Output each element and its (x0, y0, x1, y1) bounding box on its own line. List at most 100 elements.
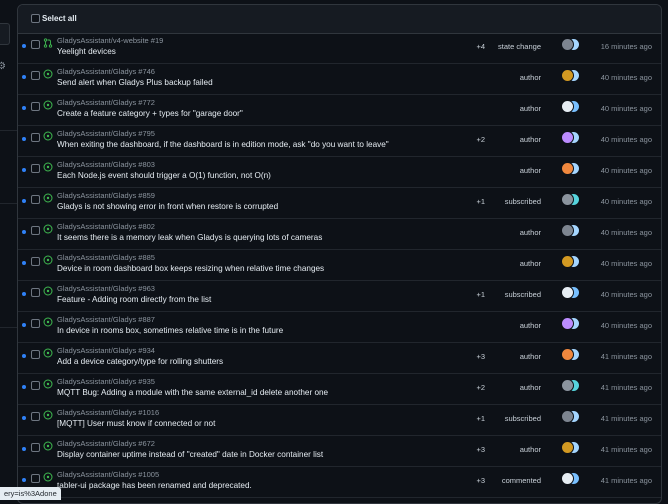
avatar (561, 379, 574, 392)
notification-reason: author (519, 445, 541, 454)
notification-title[interactable]: Gladys is not showing error in front whe… (57, 202, 278, 211)
gear-icon[interactable]: ⚙ (0, 62, 6, 72)
left-sidebar-fragment: ⚙ (0, 0, 17, 500)
notification-reason: subscribed (504, 414, 541, 423)
notifications-header: Select all (18, 5, 661, 34)
notification-row[interactable]: GladysAssistant/Gladys #935 MQTT Bug: Add… (18, 375, 661, 405)
repo-and-number: GladysAssistant/Gladys #859 (57, 191, 155, 200)
notification-title[interactable]: Create a feature category + types for "g… (57, 109, 243, 118)
notification-title[interactable]: MQTT Bug: Adding a module with the same … (57, 388, 328, 397)
row-checkbox[interactable] (31, 474, 40, 483)
unread-dot (22, 385, 26, 389)
notification-title[interactable]: tabler-ui package has been renamed and d… (57, 481, 252, 490)
unread-dot (22, 416, 26, 420)
row-checkbox[interactable] (31, 412, 40, 421)
repo-and-number: GladysAssistant/v4-website #19 (57, 36, 164, 45)
participant-count: +2 (476, 135, 485, 144)
avatar (561, 348, 574, 361)
row-checkbox[interactable] (31, 164, 40, 173)
row-checkbox[interactable] (31, 288, 40, 297)
pull-request-icon (43, 38, 53, 48)
repo-and-number: GladysAssistant/Gladys #746 (57, 67, 155, 76)
issue-open-icon (43, 131, 53, 141)
repo-and-number: GladysAssistant/Gladys #1005 (57, 470, 160, 479)
notification-title[interactable]: Feature - Adding room directly from the … (57, 295, 211, 304)
unread-dot (22, 75, 26, 79)
row-checkbox[interactable] (31, 257, 40, 266)
status-bar-url: ery=is%3Adone (0, 487, 61, 500)
avatar (561, 69, 574, 82)
notification-row[interactable]: GladysAssistant/Gladys #1005 tabler-ui pa… (18, 468, 661, 498)
notification-time: 41 minutes ago (600, 383, 652, 392)
notification-row[interactable]: GladysAssistant/Gladys #802 It seems ther… (18, 220, 661, 250)
notification-title[interactable]: Each Node.js event should trigger a O(1)… (57, 171, 271, 180)
notification-row[interactable]: GladysAssistant/Gladys #1016 [MQTT] User … (18, 406, 661, 436)
notification-title[interactable]: Yeelight devices (57, 47, 116, 56)
notification-row[interactable]: GladysAssistant/Gladys #934 Add a device … (18, 344, 661, 374)
issue-open-icon (43, 224, 53, 234)
notification-reason: author (519, 259, 541, 268)
unread-dot (22, 478, 26, 482)
sidebar-search-fragment[interactable] (0, 23, 10, 45)
notification-time: 40 minutes ago (600, 135, 652, 144)
row-checkbox[interactable] (31, 226, 40, 235)
notification-row[interactable]: GladysAssistant/Gladys #887 In device in … (18, 313, 661, 343)
notification-title[interactable]: [MQTT] User must know if connected or no… (57, 419, 215, 428)
avatar-stack (558, 162, 582, 176)
row-checkbox[interactable] (31, 443, 40, 452)
avatar (561, 472, 574, 485)
notification-reason: commented (501, 476, 541, 485)
avatar (561, 317, 574, 330)
row-checkbox[interactable] (31, 381, 40, 390)
notification-title[interactable]: Device in room dashboard box keeps resiz… (57, 264, 324, 273)
notification-row[interactable]: GladysAssistant/Gladys #859 Gladys is not… (18, 189, 661, 219)
notification-reason: author (519, 383, 541, 392)
notification-reason: state change (498, 42, 541, 51)
repo-and-number: GladysAssistant/Gladys #1016 (57, 408, 160, 417)
avatar (561, 100, 574, 113)
row-checkbox[interactable] (31, 71, 40, 80)
avatar (561, 255, 574, 268)
notification-row[interactable]: GladysAssistant/Gladys #795 When exiting … (18, 127, 661, 157)
notification-title[interactable]: Add a device category/type for rolling s… (57, 357, 223, 366)
notification-title[interactable]: Display container uptime instead of "cre… (57, 450, 323, 459)
unread-dot (22, 230, 26, 234)
divider (0, 203, 17, 204)
unread-dot (22, 292, 26, 296)
row-checkbox[interactable] (31, 195, 40, 204)
select-all-checkbox[interactable] (31, 14, 40, 23)
notification-row[interactable]: GladysAssistant/Gladys #772 Create a feat… (18, 96, 661, 126)
notification-time: 40 minutes ago (600, 104, 652, 113)
notification-row[interactable]: GladysAssistant/Gladys #885 Device in roo… (18, 251, 661, 281)
participant-count: +3 (476, 352, 485, 361)
notification-title[interactable]: Send alert when Gladys Plus backup faile… (57, 78, 213, 87)
row-checkbox[interactable] (31, 133, 40, 142)
notification-row[interactable]: GladysAssistant/Gladys #963 Feature - Add… (18, 282, 661, 312)
avatar-stack (558, 286, 582, 300)
participant-count: +3 (476, 476, 485, 485)
notification-row[interactable]: GladysAssistant/Gladys #746 Send alert wh… (18, 65, 661, 95)
row-checkbox[interactable] (31, 319, 40, 328)
notification-row[interactable]: GladysAssistant/v4-website #19 Yeelight d… (18, 34, 661, 64)
issue-open-icon (43, 100, 53, 110)
avatar-stack (558, 69, 582, 83)
unread-dot (22, 44, 26, 48)
notification-reason: author (519, 135, 541, 144)
notification-time: 40 minutes ago (600, 290, 652, 299)
notification-title[interactable]: In device in rooms box, sometimes relati… (57, 326, 283, 335)
avatar-stack (558, 224, 582, 238)
notification-row[interactable]: GladysAssistant/Gladys #803 Each Node.js … (18, 158, 661, 188)
notification-title[interactable]: When exiting the dashboard, if the dashb… (57, 140, 389, 149)
avatar-stack (558, 193, 582, 207)
notification-title[interactable]: It seems there is a memory leak when Gla… (57, 233, 322, 242)
row-checkbox[interactable] (31, 40, 40, 49)
notification-time: 41 minutes ago (600, 476, 652, 485)
notification-reason: subscribed (504, 290, 541, 299)
row-checkbox[interactable] (31, 102, 40, 111)
notification-row[interactable]: GladysAssistant/Gladys #672 Display conta… (18, 437, 661, 467)
row-checkbox[interactable] (31, 350, 40, 359)
participant-count: +2 (476, 383, 485, 392)
avatar (561, 131, 574, 144)
avatar (561, 193, 574, 206)
avatar (561, 224, 574, 237)
